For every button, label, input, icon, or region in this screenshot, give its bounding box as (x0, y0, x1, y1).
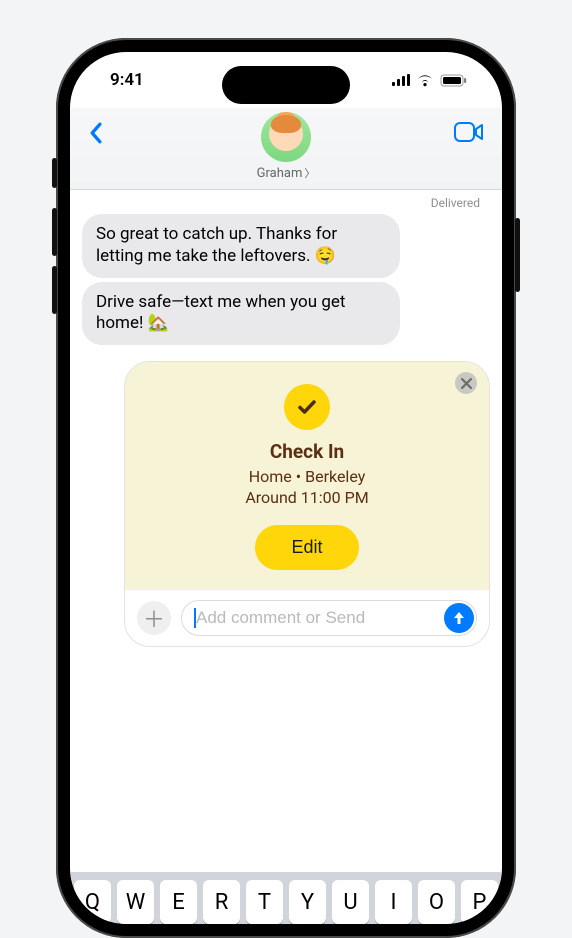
key-q[interactable]: Q (74, 880, 111, 924)
checkin-location: Home • Berkeley (143, 467, 471, 488)
message-bubble[interactable]: Drive safe—text me when you get home! 🏡 (82, 282, 400, 346)
checkin-attachment: Check In Home • Berkeley Around 11:00 PM… (124, 361, 490, 647)
delivered-label: Delivered (82, 196, 490, 210)
key-t[interactable]: T (246, 880, 283, 924)
compose-bar: ＋ (125, 590, 489, 646)
device-frame: 9:41 Graham 〉 (56, 38, 516, 938)
volume-up-button[interactable] (52, 208, 57, 256)
battery-icon (440, 74, 468, 87)
compose-input[interactable] (181, 600, 477, 636)
text-cursor (194, 608, 196, 628)
key-e[interactable]: E (160, 880, 197, 924)
facetime-button[interactable] (448, 112, 484, 146)
key-u[interactable]: U (332, 880, 369, 924)
contact-header[interactable]: Graham 〉 (257, 112, 316, 181)
key-p[interactable]: P (461, 880, 498, 924)
contact-avatar (261, 112, 311, 162)
status-time: 9:41 (110, 70, 144, 90)
key-w[interactable]: W (117, 880, 154, 924)
dynamic-island (222, 66, 350, 104)
key-y[interactable]: Y (289, 880, 326, 924)
checkin-time: Around 11:00 PM (143, 488, 471, 509)
checkin-title: Check In (143, 440, 471, 463)
message-text: So great to catch up. Thanks for letting… (96, 224, 337, 266)
cellular-icon (392, 74, 410, 86)
key-i[interactable]: I (375, 880, 412, 924)
message-thread: Delivered So great to catch up. Thanks f… (70, 190, 502, 910)
keyboard-row: Q W E R T Y U I O P (74, 880, 498, 924)
plus-button[interactable]: ＋ (137, 601, 171, 635)
checkmark-icon (284, 384, 330, 430)
power-button[interactable] (515, 218, 520, 292)
send-button[interactable] (444, 603, 474, 633)
key-r[interactable]: R (203, 880, 240, 924)
volume-down-button[interactable] (52, 266, 57, 314)
back-button[interactable] (88, 112, 124, 148)
close-icon[interactable] (455, 372, 477, 394)
compose-field (181, 600, 477, 636)
message-row: Drive safe—text me when you get home! 🏡 (82, 282, 490, 346)
checkin-card: Check In Home • Berkeley Around 11:00 PM… (125, 362, 489, 590)
screen: 9:41 Graham 〉 (70, 52, 502, 924)
message-bubble[interactable]: So great to catch up. Thanks for letting… (82, 214, 400, 278)
chevron-right-icon: 〉 (304, 165, 315, 181)
conversation-header: Graham 〉 (70, 108, 502, 190)
wifi-icon (416, 74, 434, 87)
message-text: Drive safe—text me when you get home! 🏡 (96, 292, 345, 334)
keyboard: Q W E R T Y U I O P (70, 872, 502, 924)
contact-name: Graham (257, 166, 303, 181)
silent-switch[interactable] (52, 158, 57, 188)
message-row: So great to catch up. Thanks for letting… (82, 214, 490, 278)
edit-button[interactable]: Edit (255, 525, 358, 570)
key-o[interactable]: O (418, 880, 455, 924)
status-icons (392, 74, 468, 87)
